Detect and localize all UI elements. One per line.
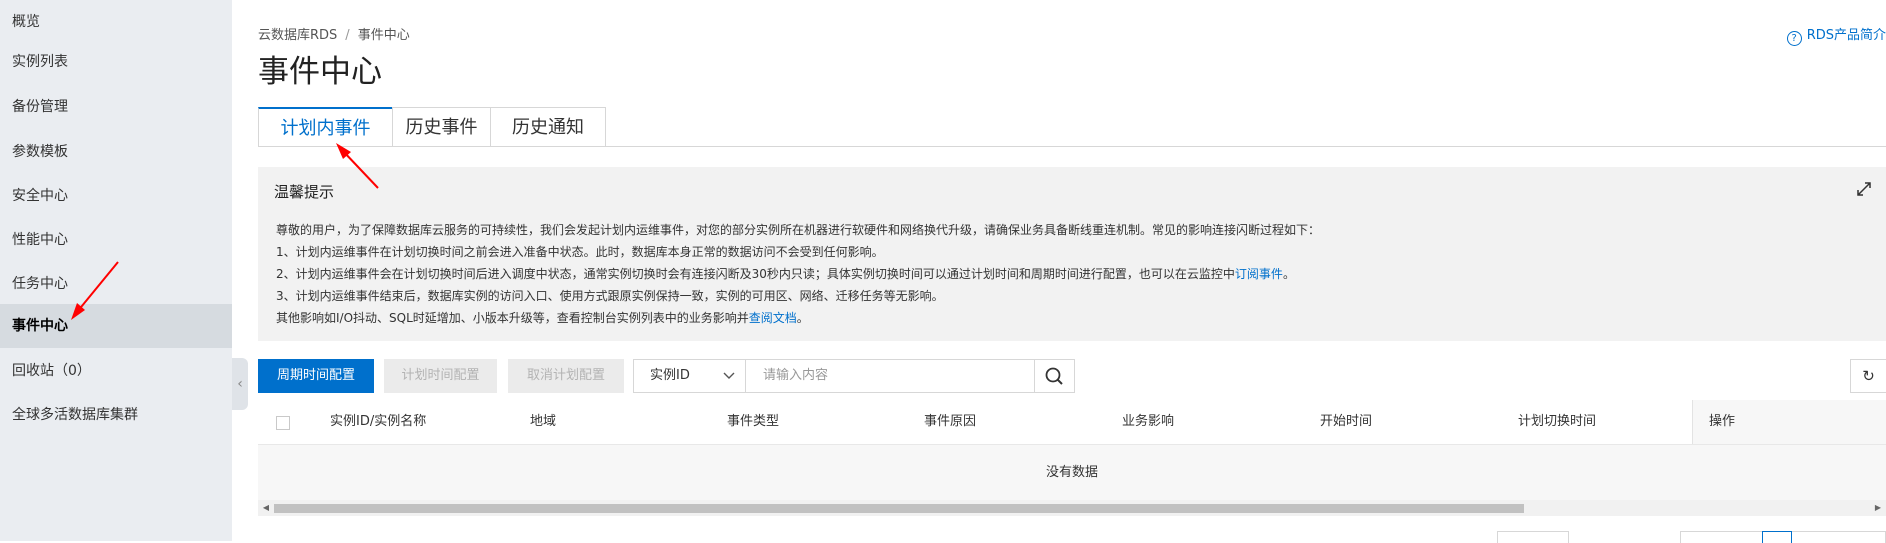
sidebar-collapse-toggle[interactable]: ‹ <box>232 358 248 410</box>
question-icon: ? <box>1786 31 1802 46</box>
sidebar-item-security[interactable]: 安全中心 <box>0 174 232 218</box>
filter-field-select[interactable]: 实例ID <box>633 359 746 393</box>
notice-line-4-end: 。 <box>796 311 809 325</box>
horizontal-scrollbar[interactable]: ◀ ▶ <box>258 500 1886 516</box>
search-button[interactable] <box>1034 359 1075 393</box>
notice-title: 温馨提示 <box>274 183 335 201</box>
sidebar-item-params[interactable]: 参数模板 <box>0 130 232 174</box>
subscribe-events-link[interactable]: 订阅事件 <box>1235 267 1283 281</box>
notice-line-2-end: 。 <box>1282 267 1295 281</box>
operations-column: 操作 <box>1692 400 1886 444</box>
sidebar-item-global-cluster[interactable]: 全球多活数据库集群 <box>0 393 232 437</box>
table-empty-state: 没有数据 <box>258 444 1886 501</box>
refresh-icon: ↻ <box>1862 367 1875 385</box>
cancel-plan-config-button[interactable]: 取消计划配置 <box>508 359 624 393</box>
sidebar-item-backup[interactable]: 备份管理 <box>0 85 232 129</box>
sidebar: 概览 实例列表 备份管理 参数模板 安全中心 性能中心 任务中心 事件中心 回收… <box>0 0 232 541</box>
breadcrumb-separator: / <box>345 28 350 43</box>
scrollbar-thumb[interactable] <box>274 504 1524 513</box>
refresh-button[interactable]: ↻ <box>1850 359 1886 393</box>
sidebar-item-overview[interactable]: 概览 <box>0 0 232 44</box>
sidebar-item-instances[interactable]: 实例列表 <box>0 40 232 84</box>
rds-intro-link[interactable]: ? RDS产品简介 <box>1786 24 1886 46</box>
search-icon <box>1045 367 1063 385</box>
column-header-switch-time[interactable]: 计划切换时间 <box>1518 400 1596 444</box>
table-header: 实例ID/实例名称 地域 事件类型 事件原因 业务影响 开始时间 计划切换时间 … <box>258 400 1886 444</box>
notice-line-2-text: 2、计划内运维事件会在计划切换时间后进入调度中状态，通常实例切换时会有连接闪断及… <box>276 267 1235 281</box>
cycle-time-config-button[interactable]: 周期时间配置 <box>258 359 374 393</box>
tab-history-notices[interactable]: 历史通知 <box>490 107 606 146</box>
chevron-down-icon <box>723 360 735 405</box>
sidebar-item-performance[interactable]: 性能中心 <box>0 218 232 262</box>
notice-line-4-text: 其他影响如I/O抖动、SQL时延增加、小版本升级等，查看控制台实例列表中的业务影… <box>276 311 749 325</box>
pagination-current-page[interactable] <box>1762 531 1792 543</box>
notice-panel: 温馨提示 尊敬的用户，为了保障数据库云服务的可持续性，我们会发起计划内运维事件，… <box>258 167 1886 341</box>
sidebar-item-recycle[interactable]: 回收站（0） <box>0 349 232 393</box>
column-header-start-time[interactable]: 开始时间 <box>1320 400 1372 444</box>
notice-line-intro: 尊敬的用户，为了保障数据库云服务的可持续性，我们会发起计划内运维事件，对您的部分… <box>276 223 1321 237</box>
expand-arrows-svg <box>1857 182 1871 196</box>
breadcrumb: 云数据库RDS / 事件中心 <box>258 24 410 43</box>
breadcrumb-item-events: 事件中心 <box>357 28 410 43</box>
filter-field-value: 实例ID <box>650 368 690 383</box>
column-header-instance[interactable]: 实例ID/实例名称 <box>330 400 426 444</box>
breadcrumb-item-rds[interactable]: 云数据库RDS <box>258 28 337 43</box>
tab-history-events[interactable]: 历史事件 <box>392 107 491 146</box>
notice-line-1: 1、计划内运维事件在计划切换时间之前会进入准备中状态。此时，数据库本身正常的数据… <box>276 245 884 259</box>
tab-planned-events[interactable]: 计划内事件 <box>258 107 393 146</box>
search-input[interactable]: 请输入内容 <box>745 359 1035 393</box>
chevron-left-icon: ‹ <box>237 376 243 392</box>
column-header-impact[interactable]: 业务影响 <box>1122 400 1174 444</box>
plan-time-config-button[interactable]: 计划时间配置 <box>384 359 497 393</box>
scroll-left-icon[interactable]: ◀ <box>258 500 274 516</box>
select-all-checkbox[interactable] <box>276 416 290 430</box>
expand-icon[interactable] <box>1856 181 1872 201</box>
column-header-event-type[interactable]: 事件类型 <box>727 400 779 444</box>
notice-line-3: 3、计划内运维事件结束后，数据库实例的访问入口、使用方式跟原实例保持一致，实例的… <box>276 289 944 303</box>
page-size-select[interactable] <box>1497 531 1569 543</box>
help-link-label: RDS产品简介 <box>1806 28 1886 43</box>
notice-line-2: 2、计划内运维事件会在计划切换时间后进入调度中状态，通常实例切换时会有连接闪断及… <box>276 263 1886 285</box>
docs-link[interactable]: 查阅文档 <box>749 311 797 325</box>
notice-body: 尊敬的用户，为了保障数据库云服务的可持续性，我们会发起计划内运维事件，对您的部分… <box>276 219 1886 329</box>
scroll-right-icon[interactable]: ▶ <box>1870 500 1886 516</box>
sidebar-item-tasks[interactable]: 任务中心 <box>0 262 232 306</box>
column-header-actions: 操作 <box>1709 414 1736 429</box>
column-header-event-reason[interactable]: 事件原因 <box>924 400 976 444</box>
tab-underline <box>258 146 1886 147</box>
column-header-region[interactable]: 地域 <box>530 400 556 444</box>
page-title: 事件中心 <box>258 54 382 90</box>
sidebar-item-events[interactable]: 事件中心 <box>0 304 232 348</box>
notice-line-4: 其他影响如I/O抖动、SQL时延增加、小版本升级等，查看控制台实例列表中的业务影… <box>276 307 1886 329</box>
